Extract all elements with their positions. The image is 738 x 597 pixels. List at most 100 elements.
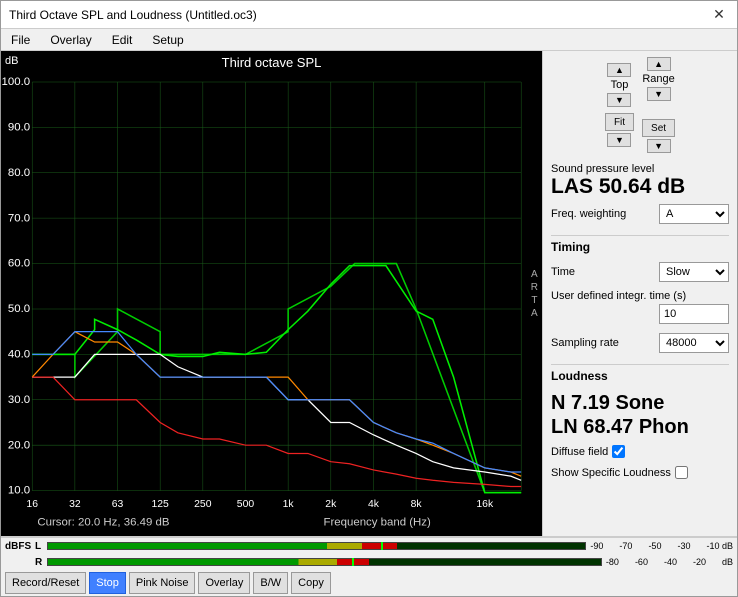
copy-button[interactable]: Copy xyxy=(291,572,331,594)
range-down-button[interactable]: ▼ xyxy=(647,87,671,101)
svg-text:16k: 16k xyxy=(476,499,494,510)
loudness-section: N 7.19 Sone LN 68.47 Phon xyxy=(551,391,729,439)
range-set-group: ▲ Range ▼ x Set ▼ xyxy=(642,57,675,153)
svg-text:8k: 8k xyxy=(411,499,423,510)
l-level-marker xyxy=(381,542,383,550)
stop-button[interactable]: Stop xyxy=(89,572,126,594)
svg-text:100.0: 100.0 xyxy=(2,76,31,88)
fit-button[interactable]: Fit xyxy=(605,113,634,131)
svg-text:40.0: 40.0 xyxy=(8,349,30,361)
r-level-marker xyxy=(352,558,354,566)
spl-section-label: Sound pressure level xyxy=(551,163,729,175)
main-window: Third Octave SPL and Loudness (Untitled.… xyxy=(0,0,738,597)
dbfs-r-row: dBFS R -80 -60 -40 -20 dB xyxy=(1,554,737,570)
close-button[interactable]: ✕ xyxy=(709,5,729,25)
show-specific-checkbox[interactable] xyxy=(675,466,688,479)
dbfs-label: dBFS xyxy=(5,541,33,552)
set-down-button[interactable]: ▼ xyxy=(647,139,671,153)
svg-text:500: 500 xyxy=(237,499,255,510)
freq-weighting-select[interactable]: A B C Z xyxy=(659,204,729,224)
range-up-button[interactable]: ▲ xyxy=(647,57,671,71)
record-reset-button[interactable]: Record/Reset xyxy=(5,572,86,594)
l-channel-label: L xyxy=(35,541,45,552)
show-specific-row: Show Specific Loudness xyxy=(551,466,729,479)
diffuse-field-label: Diffuse field xyxy=(551,446,608,458)
top-label: Top xyxy=(611,79,629,91)
spl-section: Sound pressure level LAS 50.64 dB xyxy=(551,163,729,198)
fit-down-button[interactable]: ▼ xyxy=(607,133,631,147)
show-specific-label: Show Specific Loudness xyxy=(551,467,671,479)
r-channel-label: R xyxy=(35,557,45,568)
y-axis-label: dB xyxy=(5,55,18,67)
r-level-fill xyxy=(48,559,369,565)
menu-edit[interactable]: Edit xyxy=(106,32,139,48)
sampling-rate-select[interactable]: 44100 48000 96000 xyxy=(659,333,729,353)
svg-text:125: 125 xyxy=(151,499,169,510)
user-integr-row: User defined integr. time (s) xyxy=(551,290,729,324)
svg-text:90.0: 90.0 xyxy=(8,121,30,133)
set-button[interactable]: Set xyxy=(642,119,675,137)
sampling-rate-label: Sampling rate xyxy=(551,337,619,349)
menu-bar: File Overlay Edit Setup xyxy=(1,29,737,51)
freq-weighting-row: Freq. weighting A B C Z xyxy=(551,204,729,224)
time-label: Time xyxy=(551,266,575,278)
time-row: Time Slow Fast Impulse xyxy=(551,262,729,282)
timing-section-label: Timing xyxy=(551,235,729,254)
spl-value: LAS 50.64 dB xyxy=(551,175,729,198)
svg-text:1k: 1k xyxy=(283,499,295,510)
chart-area: Third octave SPL dB A R T A xyxy=(1,51,542,536)
overlay-button[interactable]: Overlay xyxy=(198,572,250,594)
svg-text:4k: 4k xyxy=(368,499,380,510)
r-tick-labels: -80 -60 -40 -20 dB xyxy=(606,557,733,567)
svg-text:30.0: 30.0 xyxy=(8,394,30,406)
loudness-section-label: Loudness xyxy=(551,364,729,383)
svg-text:Cursor: 20.0 Hz, 36.49 dB: Cursor: 20.0 Hz, 36.49 dB xyxy=(37,517,169,529)
nav-controls: ▲ Top ▼ Fit ▼ ▲ Range ▼ x Set ▼ xyxy=(551,57,729,153)
svg-text:80.0: 80.0 xyxy=(8,167,30,179)
svg-text:32: 32 xyxy=(69,499,81,510)
range-label: Range xyxy=(642,73,674,85)
svg-text:250: 250 xyxy=(194,499,212,510)
diffuse-field-row: Diffuse field xyxy=(551,445,729,458)
chart-title: Third octave SPL xyxy=(222,55,322,70)
right-panel: ▲ Top ▼ Fit ▼ ▲ Range ▼ x Set ▼ xyxy=(542,51,737,536)
bw-button[interactable]: B/W xyxy=(253,572,288,594)
svg-text:Frequency band (Hz): Frequency band (Hz) xyxy=(324,517,431,529)
bottom-area: dBFS L -90 -70 -50 -30 -10 dB dBF xyxy=(1,536,737,596)
svg-text:70.0: 70.0 xyxy=(8,212,30,224)
chart-svg: 100.0 90.0 80.0 70.0 60.0 50.0 40.0 30.0… xyxy=(1,51,542,536)
top-up-button[interactable]: ▲ xyxy=(607,63,631,77)
main-content: Third octave SPL dB A R T A xyxy=(1,51,737,536)
menu-file[interactable]: File xyxy=(5,32,36,48)
menu-setup[interactable]: Setup xyxy=(146,32,189,48)
title-bar: Third Octave SPL and Loudness (Untitled.… xyxy=(1,1,737,29)
l-level-fill xyxy=(48,543,397,549)
loudness-n-value: N 7.19 Sone xyxy=(551,391,729,415)
window-title: Third Octave SPL and Loudness (Untitled.… xyxy=(9,8,257,22)
button-row: Record/Reset Stop Pink Noise Overlay B/W… xyxy=(1,570,737,596)
time-select[interactable]: Slow Fast Impulse xyxy=(659,262,729,282)
dbfs-area: dBFS L -90 -70 -50 -30 -10 dB dBF xyxy=(1,537,737,570)
user-integr-input[interactable] xyxy=(659,304,729,324)
svg-text:60.0: 60.0 xyxy=(8,258,30,270)
user-integr-label: User defined integr. time (s) xyxy=(551,290,729,302)
svg-text:2k: 2k xyxy=(325,499,337,510)
svg-text:10.0: 10.0 xyxy=(8,485,30,497)
top-down-button[interactable]: ▼ xyxy=(607,93,631,107)
top-fit-group: ▲ Top ▼ Fit ▼ xyxy=(605,63,634,147)
sampling-rate-row: Sampling rate 44100 48000 96000 xyxy=(551,333,729,353)
loudness-ln-value: LN 68.47 Phon xyxy=(551,415,729,439)
menu-overlay[interactable]: Overlay xyxy=(44,32,97,48)
svg-text:63: 63 xyxy=(112,499,124,510)
arta-label: A R T A xyxy=(531,268,538,320)
svg-text:50.0: 50.0 xyxy=(8,303,30,315)
l-level-bar xyxy=(47,542,586,550)
r-level-bar xyxy=(47,558,602,566)
diffuse-field-checkbox[interactable] xyxy=(612,445,625,458)
freq-weighting-label: Freq. weighting xyxy=(551,208,626,220)
svg-text:20.0: 20.0 xyxy=(8,439,30,451)
svg-text:16: 16 xyxy=(26,499,38,510)
pink-noise-button[interactable]: Pink Noise xyxy=(129,572,196,594)
l-tick-labels: -90 -70 -50 -30 -10 dB xyxy=(590,541,733,551)
dbfs-l-row: dBFS L -90 -70 -50 -30 -10 dB xyxy=(1,538,737,554)
